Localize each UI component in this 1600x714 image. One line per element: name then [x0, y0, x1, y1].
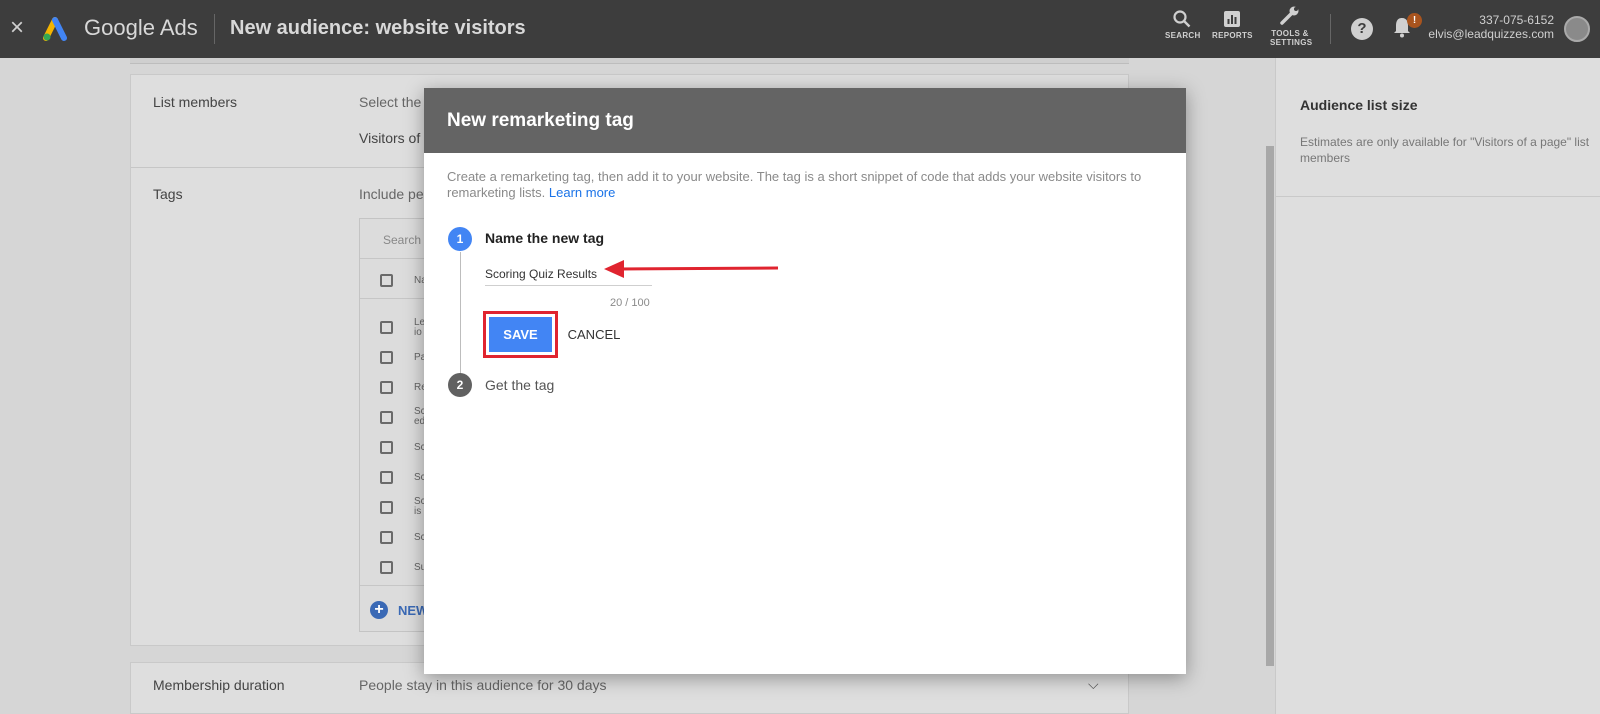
- previous-section-edge: [130, 58, 1129, 64]
- tag-checkbox[interactable]: [380, 471, 393, 484]
- reports-tool[interactable]: REPORTS: [1212, 10, 1252, 40]
- search-tool-label: SEARCH: [1165, 31, 1201, 40]
- search-tool[interactable]: SEARCH: [1165, 10, 1201, 40]
- list-members-text: Select the: [359, 94, 422, 110]
- tag-search-input[interactable]: Search: [383, 233, 421, 247]
- tag-checkbox[interactable]: [380, 531, 393, 544]
- audience-list-size-title: Audience list size: [1300, 97, 1418, 113]
- stepper-line: [460, 252, 461, 384]
- tag-row-text: Sc ed: [414, 406, 426, 427]
- wrench-icon: [1280, 6, 1299, 25]
- tag-checkbox[interactable]: [380, 561, 393, 574]
- tag-checkbox[interactable]: [380, 321, 393, 334]
- save-button[interactable]: SAVE: [489, 317, 552, 352]
- step-2-badge: 2: [448, 373, 472, 397]
- divider: [1330, 14, 1331, 44]
- new-remarketing-tag-dialog: New remarketing tag Create a remarketing…: [424, 88, 1186, 674]
- list-members-select[interactable]: Visitors of: [359, 130, 420, 146]
- account-phone[interactable]: 337-075-6152: [1479, 13, 1554, 27]
- scrollbar[interactable]: [1266, 146, 1274, 666]
- character-counter: 20 / 100: [610, 297, 650, 309]
- dialog-title: New remarketing tag: [447, 110, 634, 131]
- dialog-intro: Create a remarketing tag, then add it to…: [447, 169, 1167, 201]
- tag-row-text: Le io: [414, 317, 426, 338]
- brand-name: Google Ads: [84, 15, 198, 40]
- google-ads-logo: [43, 17, 67, 41]
- cancel-button[interactable]: CANCEL: [564, 317, 624, 352]
- top-bar: × Google Ads New audience: website visit…: [0, 0, 1600, 58]
- tag-checkbox[interactable]: [380, 501, 393, 514]
- divider: [214, 14, 215, 44]
- tools-settings-label-2: SETTINGS: [1270, 38, 1313, 47]
- add-tag-icon[interactable]: +: [370, 601, 388, 619]
- list-members-label: List members: [153, 94, 238, 110]
- tools-settings-tool[interactable]: TOOLS & SETTINGS: [1270, 6, 1313, 47]
- chevron-down-icon[interactable]: ⌵: [1088, 676, 1099, 693]
- tools-settings-label-1: TOOLS &: [1271, 29, 1309, 38]
- avatar[interactable]: [1564, 16, 1590, 42]
- membership-duration-label: Membership duration: [153, 677, 285, 693]
- help-icon[interactable]: ?: [1351, 18, 1373, 40]
- tag-checkbox[interactable]: [380, 381, 393, 394]
- close-icon[interactable]: ×: [10, 14, 24, 42]
- audience-list-size-text: Estimates are only available for "Visito…: [1300, 135, 1590, 165]
- tags-label: Tags: [153, 186, 183, 202]
- tag-checkbox[interactable]: [380, 274, 393, 287]
- tags-text: Include pe: [359, 186, 424, 202]
- step-1-badge: 1: [448, 227, 472, 251]
- tag-row-text: Sc is: [414, 496, 426, 517]
- tag-checkbox[interactable]: [380, 411, 393, 424]
- membership-duration-text: People stay in this audience for 30 days: [359, 677, 607, 693]
- page-title: New audience: website visitors: [230, 17, 526, 39]
- reports-icon: [1224, 11, 1240, 27]
- tag-checkbox[interactable]: [380, 351, 393, 364]
- account-email[interactable]: elvis@leadquizzes.com: [1428, 27, 1554, 41]
- step-2-label[interactable]: Get the tag: [485, 377, 554, 393]
- search-icon: [1173, 10, 1191, 28]
- learn-more-link[interactable]: Learn more: [549, 185, 615, 200]
- tag-checkbox[interactable]: [380, 441, 393, 454]
- dialog-header: New remarketing tag: [424, 88, 1186, 153]
- divider: [1276, 196, 1600, 197]
- reports-tool-label: REPORTS: [1212, 31, 1253, 40]
- notification-badge: !: [1407, 13, 1422, 28]
- step-1-label: Name the new tag: [485, 230, 605, 246]
- annotation-arrow: [604, 260, 779, 278]
